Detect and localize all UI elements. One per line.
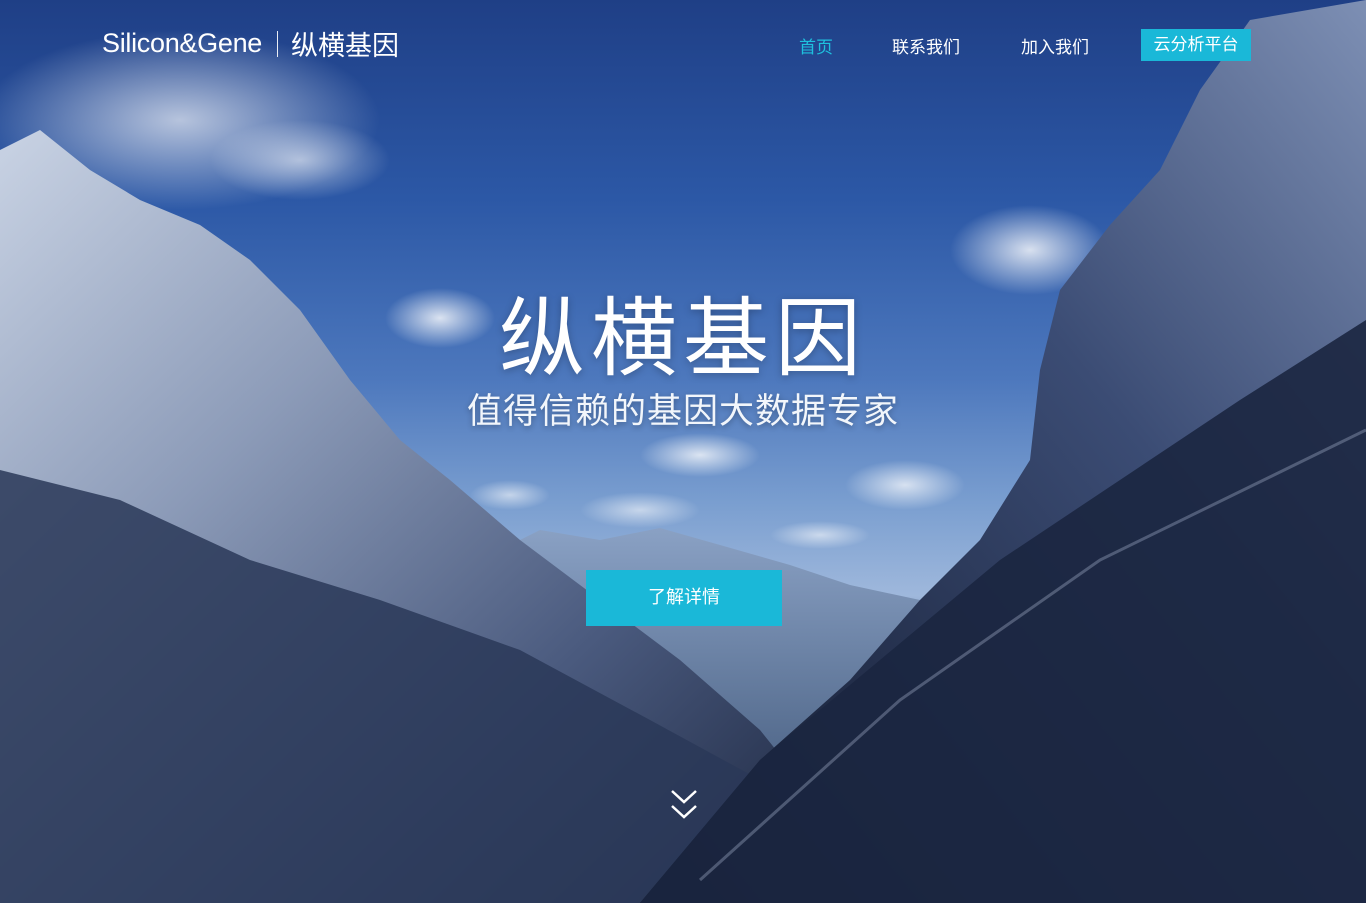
hero-section: Silicon&Gene 纵横基因 首页 联系我们 加入我们 云分析平台 纵横基… xyxy=(0,0,1366,903)
top-navigation: Silicon&Gene 纵横基因 首页 联系我们 加入我们 云分析平台 xyxy=(0,0,1366,90)
mountain-background-image xyxy=(0,0,1366,903)
cloud-platform-button[interactable]: 云分析平台 xyxy=(1141,29,1251,61)
hero-title: 纵横基因 xyxy=(499,289,867,389)
hero-subtitle: 值得信赖的基因大数据专家 xyxy=(466,392,899,432)
logo-english-text: Silicon&Gene xyxy=(102,28,262,58)
logo-chinese-text: 纵横基因 xyxy=(291,31,399,62)
nav-item-join[interactable]: 加入我们 xyxy=(1021,33,1089,58)
nav-item-home[interactable]: 首页 xyxy=(799,33,833,58)
learn-more-button[interactable]: 了解详情 xyxy=(586,570,782,626)
double-chevron-down-icon[interactable] xyxy=(669,788,699,824)
logo-divider xyxy=(277,30,278,57)
brand-logo[interactable]: Silicon&Gene 纵横基因 xyxy=(102,24,399,63)
nav-item-contact[interactable]: 联系我们 xyxy=(892,33,960,58)
